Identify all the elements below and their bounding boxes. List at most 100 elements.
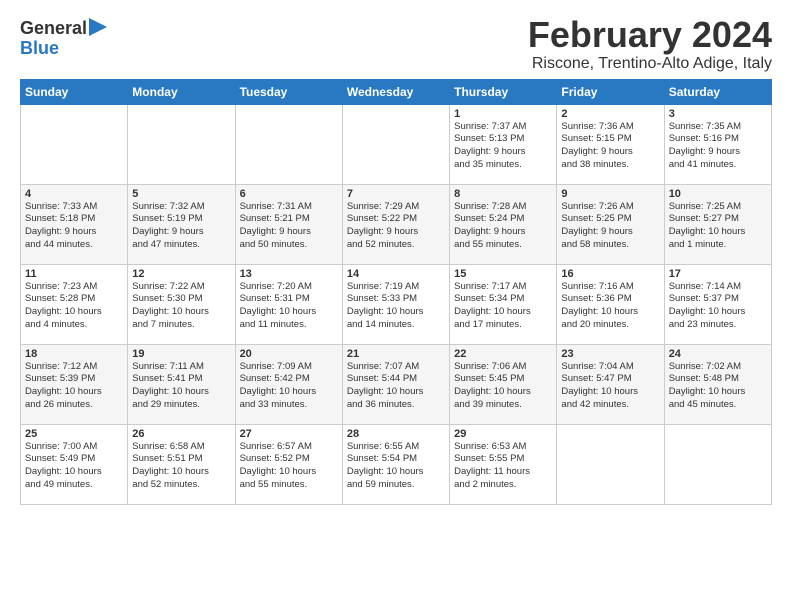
day-number: 12 <box>132 268 230 280</box>
day-number: 18 <box>25 348 123 360</box>
day-number: 17 <box>669 268 767 280</box>
logo-text-blue: Blue <box>20 39 59 59</box>
day-number: 6 <box>240 188 338 200</box>
table-row: 4Sunrise: 7:33 AM Sunset: 5:18 PM Daylig… <box>21 184 128 264</box>
day-info: Sunrise: 7:35 AM Sunset: 5:16 PM Dayligh… <box>669 121 767 172</box>
day-number: 23 <box>561 348 659 360</box>
table-row <box>235 104 342 184</box>
table-row: 13Sunrise: 7:20 AM Sunset: 5:31 PM Dayli… <box>235 264 342 344</box>
table-row: 25Sunrise: 7:00 AM Sunset: 5:49 PM Dayli… <box>21 424 128 504</box>
day-number: 9 <box>561 188 659 200</box>
table-row: 20Sunrise: 7:09 AM Sunset: 5:42 PM Dayli… <box>235 344 342 424</box>
day-number: 3 <box>669 108 767 120</box>
table-row: 1Sunrise: 7:37 AM Sunset: 5:13 PM Daylig… <box>450 104 557 184</box>
day-number: 19 <box>132 348 230 360</box>
day-number: 14 <box>347 268 445 280</box>
day-info: Sunrise: 7:12 AM Sunset: 5:39 PM Dayligh… <box>25 361 123 412</box>
day-number: 16 <box>561 268 659 280</box>
day-number: 25 <box>25 428 123 440</box>
calendar-week-row: 1Sunrise: 7:37 AM Sunset: 5:13 PM Daylig… <box>21 104 772 184</box>
day-info: Sunrise: 7:28 AM Sunset: 5:24 PM Dayligh… <box>454 201 552 252</box>
day-number: 27 <box>240 428 338 440</box>
header: General Blue February 2024 Riscone, Tren… <box>20 15 772 73</box>
table-row: 18Sunrise: 7:12 AM Sunset: 5:39 PM Dayli… <box>21 344 128 424</box>
day-info: Sunrise: 7:26 AM Sunset: 5:25 PM Dayligh… <box>561 201 659 252</box>
day-number: 8 <box>454 188 552 200</box>
day-number: 22 <box>454 348 552 360</box>
calendar-week-row: 25Sunrise: 7:00 AM Sunset: 5:49 PM Dayli… <box>21 424 772 504</box>
logo-icon <box>89 18 107 36</box>
day-number: 11 <box>25 268 123 280</box>
day-number: 5 <box>132 188 230 200</box>
logo: General Blue <box>20 15 107 59</box>
day-number: 1 <box>454 108 552 120</box>
title-area: February 2024 Riscone, Trentino-Alto Adi… <box>528 15 772 73</box>
day-number: 7 <box>347 188 445 200</box>
day-number: 4 <box>25 188 123 200</box>
day-info: Sunrise: 7:02 AM Sunset: 5:48 PM Dayligh… <box>669 361 767 412</box>
day-info: Sunrise: 7:32 AM Sunset: 5:19 PM Dayligh… <box>132 201 230 252</box>
day-info: Sunrise: 7:22 AM Sunset: 5:30 PM Dayligh… <box>132 281 230 332</box>
table-row: 16Sunrise: 7:16 AM Sunset: 5:36 PM Dayli… <box>557 264 664 344</box>
month-year-title: February 2024 <box>528 15 772 55</box>
day-info: Sunrise: 6:55 AM Sunset: 5:54 PM Dayligh… <box>347 441 445 492</box>
table-row: 9Sunrise: 7:26 AM Sunset: 5:25 PM Daylig… <box>557 184 664 264</box>
day-info: Sunrise: 7:37 AM Sunset: 5:13 PM Dayligh… <box>454 121 552 172</box>
table-row: 7Sunrise: 7:29 AM Sunset: 5:22 PM Daylig… <box>342 184 449 264</box>
table-row: 2Sunrise: 7:36 AM Sunset: 5:15 PM Daylig… <box>557 104 664 184</box>
day-info: Sunrise: 7:07 AM Sunset: 5:44 PM Dayligh… <box>347 361 445 412</box>
header-monday: Monday <box>128 79 235 104</box>
day-info: Sunrise: 7:06 AM Sunset: 5:45 PM Dayligh… <box>454 361 552 412</box>
day-number: 2 <box>561 108 659 120</box>
table-row <box>557 424 664 504</box>
day-info: Sunrise: 7:17 AM Sunset: 5:34 PM Dayligh… <box>454 281 552 332</box>
logo-text-general: General <box>20 19 87 39</box>
table-row: 24Sunrise: 7:02 AM Sunset: 5:48 PM Dayli… <box>664 344 771 424</box>
header-tuesday: Tuesday <box>235 79 342 104</box>
day-info: Sunrise: 7:31 AM Sunset: 5:21 PM Dayligh… <box>240 201 338 252</box>
header-friday: Friday <box>557 79 664 104</box>
day-info: Sunrise: 7:00 AM Sunset: 5:49 PM Dayligh… <box>25 441 123 492</box>
table-row: 19Sunrise: 7:11 AM Sunset: 5:41 PM Dayli… <box>128 344 235 424</box>
table-row: 26Sunrise: 6:58 AM Sunset: 5:51 PM Dayli… <box>128 424 235 504</box>
header-saturday: Saturday <box>664 79 771 104</box>
day-info: Sunrise: 7:09 AM Sunset: 5:42 PM Dayligh… <box>240 361 338 412</box>
day-number: 26 <box>132 428 230 440</box>
day-info: Sunrise: 7:29 AM Sunset: 5:22 PM Dayligh… <box>347 201 445 252</box>
day-info: Sunrise: 7:19 AM Sunset: 5:33 PM Dayligh… <box>347 281 445 332</box>
header-thursday: Thursday <box>450 79 557 104</box>
header-wednesday: Wednesday <box>342 79 449 104</box>
table-row: 27Sunrise: 6:57 AM Sunset: 5:52 PM Dayli… <box>235 424 342 504</box>
table-row: 15Sunrise: 7:17 AM Sunset: 5:34 PM Dayli… <box>450 264 557 344</box>
day-info: Sunrise: 6:58 AM Sunset: 5:51 PM Dayligh… <box>132 441 230 492</box>
calendar-week-row: 18Sunrise: 7:12 AM Sunset: 5:39 PM Dayli… <box>21 344 772 424</box>
table-row <box>21 104 128 184</box>
page: General Blue February 2024 Riscone, Tren… <box>0 0 792 515</box>
table-row: 23Sunrise: 7:04 AM Sunset: 5:47 PM Dayli… <box>557 344 664 424</box>
day-number: 28 <box>347 428 445 440</box>
day-info: Sunrise: 7:04 AM Sunset: 5:47 PM Dayligh… <box>561 361 659 412</box>
calendar-header-row: Sunday Monday Tuesday Wednesday Thursday… <box>21 79 772 104</box>
header-sunday: Sunday <box>21 79 128 104</box>
day-info: Sunrise: 7:25 AM Sunset: 5:27 PM Dayligh… <box>669 201 767 252</box>
table-row: 10Sunrise: 7:25 AM Sunset: 5:27 PM Dayli… <box>664 184 771 264</box>
day-info: Sunrise: 7:20 AM Sunset: 5:31 PM Dayligh… <box>240 281 338 332</box>
day-number: 24 <box>669 348 767 360</box>
calendar-week-row: 11Sunrise: 7:23 AM Sunset: 5:28 PM Dayli… <box>21 264 772 344</box>
day-info: Sunrise: 6:57 AM Sunset: 5:52 PM Dayligh… <box>240 441 338 492</box>
table-row <box>128 104 235 184</box>
table-row: 22Sunrise: 7:06 AM Sunset: 5:45 PM Dayli… <box>450 344 557 424</box>
day-info: Sunrise: 6:53 AM Sunset: 5:55 PM Dayligh… <box>454 441 552 492</box>
table-row: 3Sunrise: 7:35 AM Sunset: 5:16 PM Daylig… <box>664 104 771 184</box>
day-info: Sunrise: 7:23 AM Sunset: 5:28 PM Dayligh… <box>25 281 123 332</box>
day-number: 15 <box>454 268 552 280</box>
table-row: 17Sunrise: 7:14 AM Sunset: 5:37 PM Dayli… <box>664 264 771 344</box>
day-number: 20 <box>240 348 338 360</box>
table-row: 8Sunrise: 7:28 AM Sunset: 5:24 PM Daylig… <box>450 184 557 264</box>
table-row: 6Sunrise: 7:31 AM Sunset: 5:21 PM Daylig… <box>235 184 342 264</box>
day-info: Sunrise: 7:14 AM Sunset: 5:37 PM Dayligh… <box>669 281 767 332</box>
table-row: 5Sunrise: 7:32 AM Sunset: 5:19 PM Daylig… <box>128 184 235 264</box>
table-row: 21Sunrise: 7:07 AM Sunset: 5:44 PM Dayli… <box>342 344 449 424</box>
day-info: Sunrise: 7:33 AM Sunset: 5:18 PM Dayligh… <box>25 201 123 252</box>
table-row <box>342 104 449 184</box>
